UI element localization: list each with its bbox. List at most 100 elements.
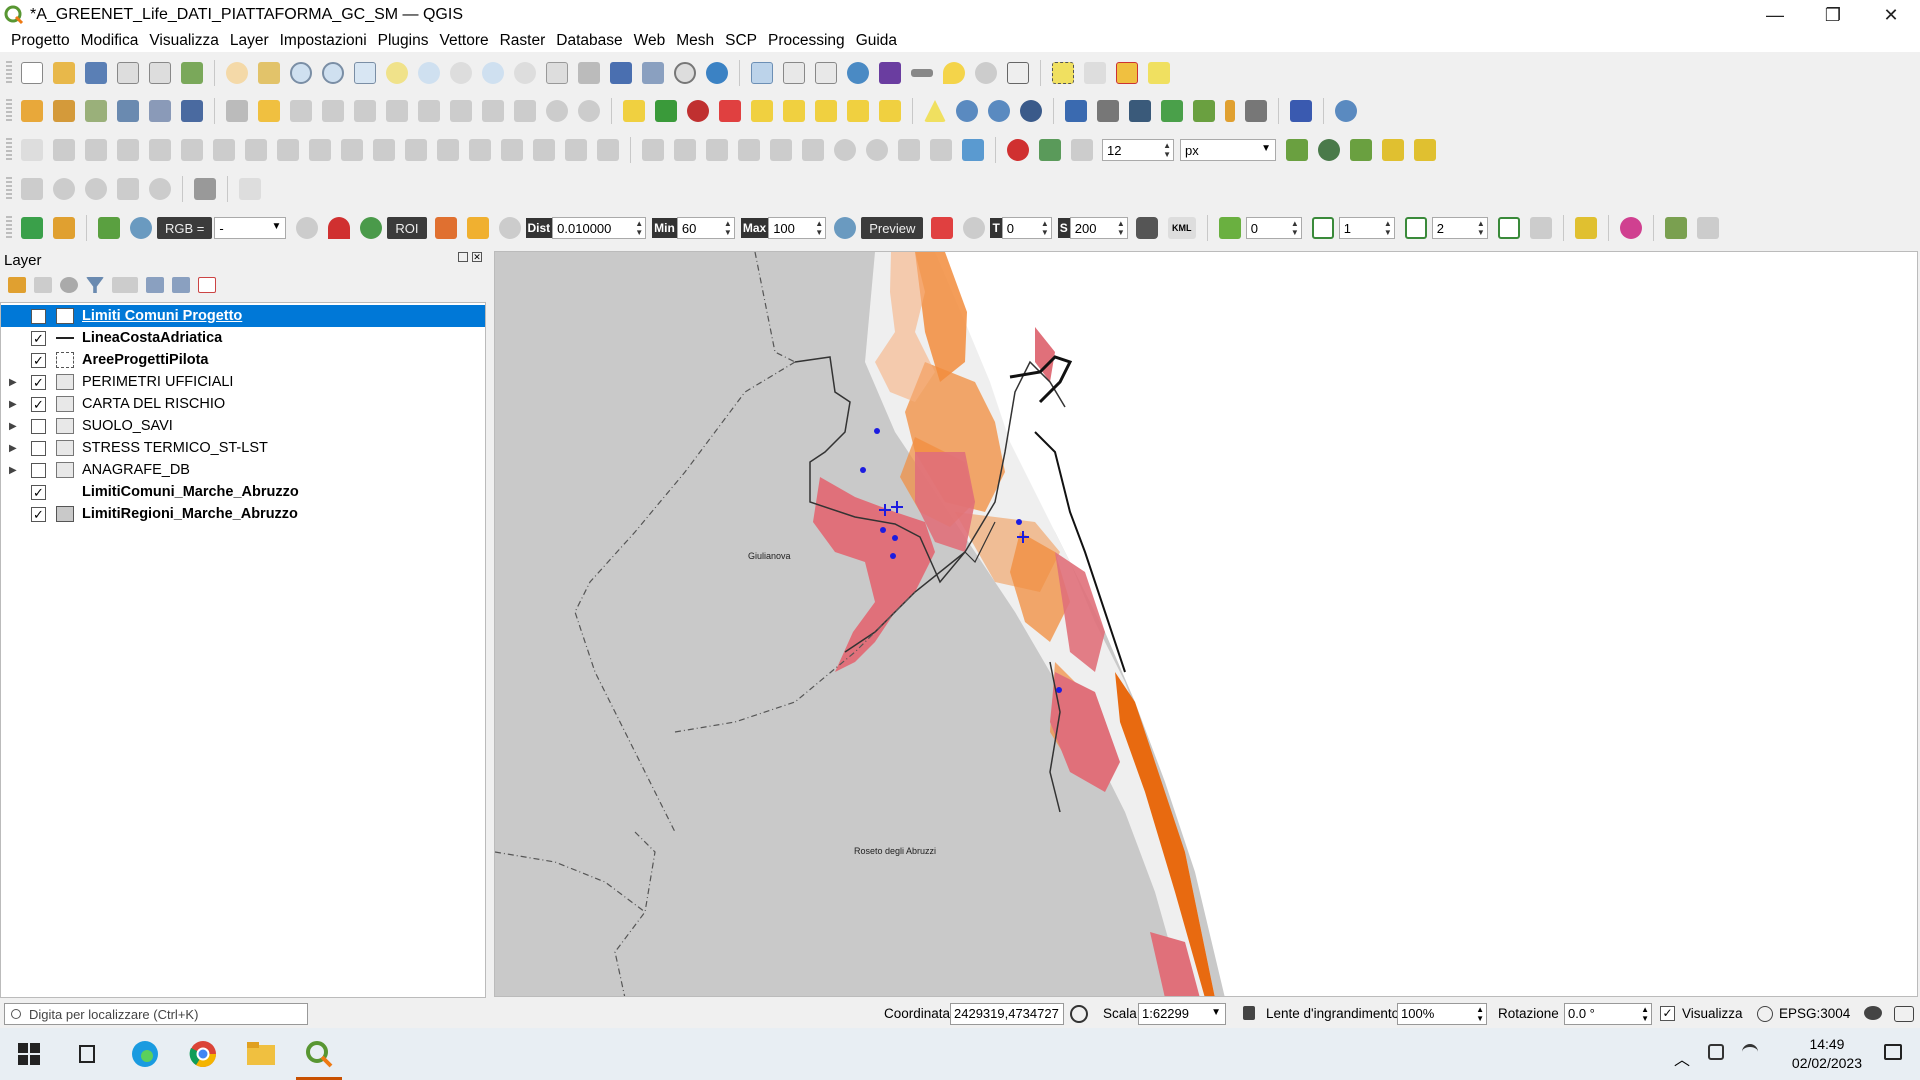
terrain-icon[interactable] [1161,100,1183,122]
rotate-feature-icon[interactable] [117,139,139,161]
spin-arrows-icon[interactable]: ▲ ▼ [815,219,823,237]
scp-redo-preview-icon[interactable] [963,217,986,239]
scp-palette-icon[interactable] [1619,217,1642,239]
expand-arrow-icon[interactable]: ▶ [9,421,23,432]
zoom-layer-icon[interactable] [418,62,440,84]
rgb-combo[interactable]: - ▼ [214,217,287,239]
layer-tree-item[interactable]: ▶ STRESS TERMICO_ST-LST [1,437,485,459]
close-panel-icon[interactable]: ✕ [472,252,482,262]
pan-icon[interactable] [226,62,248,84]
layer-visibility-checkbox[interactable]: ✓ [31,330,46,346]
expand-all-icon[interactable] [146,277,164,293]
spin-arrows-icon[interactable]: ▲ ▼ [1041,219,1049,237]
new-3d-view-icon[interactable] [578,62,600,84]
shape-settings-icon[interactable] [149,178,171,200]
scp-database-icon[interactable] [1135,217,1158,239]
layer-tree-item[interactable]: ▶ ANAGRAFE_DB [1,459,485,481]
scp-roi-create-icon[interactable] [434,217,457,239]
circle-tool-icon[interactable] [834,139,856,161]
advanced-digitize-icon[interactable] [21,139,43,161]
save-edits-icon[interactable] [290,100,312,122]
label-pin-icon[interactable] [687,100,709,122]
scp-grid-icon[interactable] [1529,217,1552,239]
ellipse-tool-icon[interactable] [866,139,888,161]
add-polygon-icon[interactable] [322,100,344,122]
roi-button[interactable]: ROI [387,217,427,239]
snap-tolerance-spinbox[interactable]: 12 ▲ ▼ [1102,139,1174,161]
menu-guida[interactable]: Guida [856,32,897,50]
new-spatialite-icon[interactable] [117,100,139,122]
fill-ring-icon[interactable] [245,139,267,161]
float-panel-icon[interactable] [458,252,468,262]
spin-arrows-icon[interactable]: ▲ ▼ [1641,1005,1649,1023]
layer-visibility-checkbox[interactable] [31,418,46,434]
spin-arrows-icon[interactable]: ▲ ▼ [1117,219,1125,237]
zoom-in-icon[interactable] [290,62,312,84]
shape-annotate-icon[interactable] [85,178,107,200]
qgis-app[interactable] [290,1028,348,1080]
paste-features-icon[interactable] [514,100,536,122]
snap-mode-icon[interactable] [1039,139,1061,161]
snap-units-combo[interactable]: px ▼ [1180,139,1276,161]
zoom-next-icon[interactable] [514,62,536,84]
refresh-icon[interactable] [706,62,728,84]
edits-icon[interactable] [226,100,248,122]
new-project-icon[interactable] [21,62,43,84]
scale-combo[interactable]: 1:62299 ▼ [1138,1003,1226,1025]
help-icon[interactable] [1290,100,1312,122]
select-value-icon[interactable] [1084,62,1106,84]
meet-now-icon[interactable] [1708,1044,1724,1060]
scp-zoom-preview-icon[interactable] [834,217,857,239]
s-spinbox[interactable]: 200 ▲ ▼ [1069,217,1128,239]
snap-type-icon[interactable] [1071,139,1093,161]
menu-impostazioni[interactable]: Impostazioni [280,32,367,50]
printer-icon[interactable] [194,178,216,200]
toggle-editing-icon[interactable] [258,100,280,122]
crs-globe-icon[interactable] [1757,1006,1773,1022]
scp-band-next-2-icon[interactable] [1404,217,1427,239]
max-spinbox[interactable]: 100 ▲ ▼ [768,217,827,239]
save-project-icon[interactable] [85,62,107,84]
dist-spinbox[interactable]: 0.010000 ▲ ▼ [552,217,647,239]
label-tool-icon[interactable] [623,100,645,122]
layer-labeling-icon[interactable] [655,100,677,122]
new-geopackage-icon[interactable] [53,100,75,122]
scp-layers-icon[interactable] [1574,217,1597,239]
undo-icon[interactable] [546,100,568,122]
layers-stack-icon[interactable] [1193,100,1215,122]
messages-icon[interactable] [1864,1006,1882,1020]
layer-tree-item[interactable]: ▶ SUOLO_SAVI [1,415,485,437]
pan-to-selection-icon[interactable] [258,62,280,84]
delete-part-icon[interactable] [309,139,331,161]
offset-curve-icon[interactable] [373,139,395,161]
temporal-controller-icon[interactable] [674,62,696,84]
style-manager-icon[interactable] [181,62,203,84]
chrome-app[interactable] [174,1028,232,1080]
digitize-ruler-icon[interactable] [239,178,261,200]
lock-scale-icon[interactable] [1243,1006,1255,1020]
menu-plugins[interactable]: Plugins [378,32,429,50]
new-memory-layer-icon[interactable] [149,100,171,122]
select-location-icon[interactable] [975,62,997,84]
network-icon[interactable] [1742,1044,1758,1060]
scp-bandset-icon[interactable] [53,217,75,239]
plugin-status-icon[interactable] [1894,1006,1914,1022]
reshape-icon[interactable] [341,139,363,161]
scp-zoom-icon[interactable] [130,217,152,239]
distribute-icon[interactable] [738,139,760,161]
spin-arrows-icon[interactable]: ▲ ▼ [635,219,643,237]
menu-processing[interactable]: Processing [768,32,845,50]
image-tool-icon[interactable] [962,139,984,161]
cut-features-icon[interactable] [450,100,472,122]
layer-tree-item[interactable]: ✓ LimitiRegioni_Marche_Abruzzo [1,503,485,525]
network-globe-icon[interactable] [1020,100,1042,122]
spin-arrows-icon[interactable]: ▲ ▼ [1476,1005,1484,1023]
magnifier-spinbox[interactable]: 100% ▲ ▼ [1397,1003,1487,1025]
layer-tree-item[interactable]: ✓ LineaCostaAdriatica [1,327,485,349]
toolbox-icon[interactable] [847,62,869,84]
shape-select-icon[interactable] [21,178,43,200]
text-annotation-icon[interactable] [1007,62,1029,84]
scp-redo-icon[interactable] [498,217,521,239]
t-spinbox[interactable]: 0 ▲ ▼ [1001,217,1052,239]
explorer-app[interactable] [232,1028,290,1080]
